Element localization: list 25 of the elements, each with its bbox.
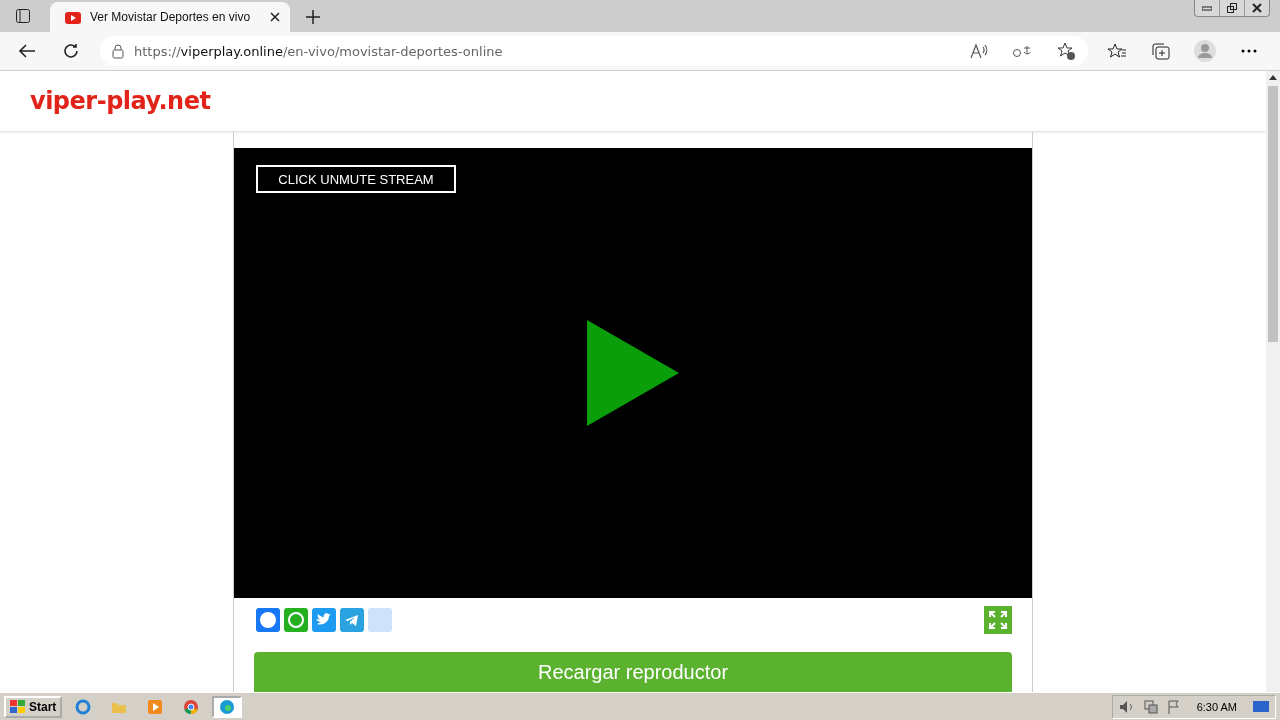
new-tab-icon[interactable] (306, 10, 320, 24)
site-logo[interactable]: viper-play.net (30, 87, 211, 115)
scroll-up-icon[interactable] (1269, 75, 1277, 80)
clock: 6:30 AM (1196, 700, 1237, 713)
tv-icon (64, 9, 82, 25)
play-icon[interactable] (587, 320, 679, 426)
network-icon[interactable] (1142, 699, 1159, 714)
close-icon[interactable] (270, 12, 280, 22)
twitter-icon[interactable] (312, 608, 336, 632)
browser-tab[interactable]: Ver Movistar Deportes en vivo (50, 2, 290, 32)
lock-icon (112, 43, 124, 59)
scrollbar-thumb[interactable] (1268, 86, 1278, 342)
flag-icon[interactable] (1166, 699, 1181, 714)
url-text: https://viperplay.online/en-vivo/movistar-deportes-online (134, 43, 504, 59)
read-aloud-icon[interactable] (970, 43, 988, 59)
address-bar[interactable]: https://viperplay.online/en-vivo/movistar-deportes-online (100, 36, 1088, 66)
windows-logo-icon (10, 699, 26, 714)
start-button[interactable]: Start (4, 695, 63, 718)
volume-icon[interactable] (1118, 699, 1135, 714)
fullscreen-icon[interactable] (984, 606, 1012, 634)
unmute-button[interactable]: CLICK UNMUTE STREAM (256, 165, 456, 193)
tab-title: Ver Movistar Deportes en vivo (90, 10, 252, 24)
desktop-icon[interactable] (1253, 699, 1269, 714)
telegram-icon[interactable] (340, 608, 364, 632)
favorite-add-icon[interactable] (1056, 41, 1076, 61)
